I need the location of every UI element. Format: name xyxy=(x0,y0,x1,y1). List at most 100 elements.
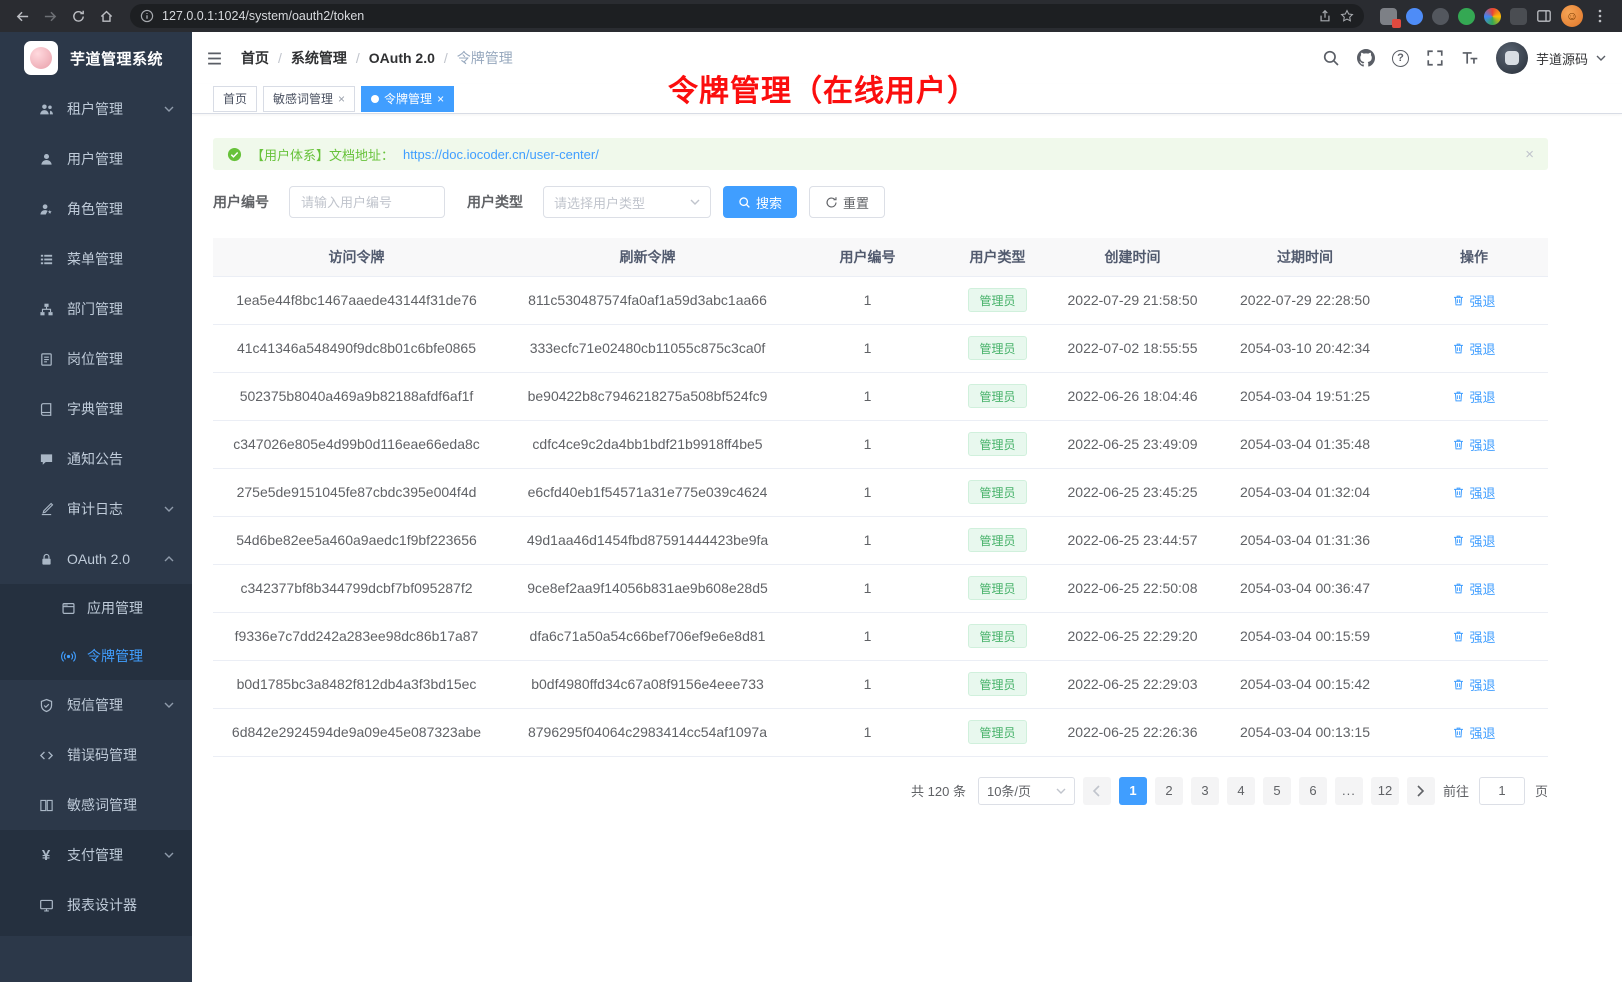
chevron-down-icon xyxy=(1596,55,1606,61)
force-logout-button[interactable]: 强退 xyxy=(1452,387,1495,406)
site-info-icon[interactable] xyxy=(140,9,154,23)
close-icon[interactable]: × xyxy=(338,93,345,105)
extension-icon-5[interactable] xyxy=(1484,8,1501,25)
close-icon[interactable]: × xyxy=(1525,146,1534,163)
sidebar-subitem-app[interactable]: 应用管理 xyxy=(0,584,192,632)
search-icon[interactable] xyxy=(1322,49,1340,67)
sidebar-item-label: 审计日志 xyxy=(67,499,164,519)
page-button-3[interactable]: 3 xyxy=(1191,777,1219,805)
extension-icon-6[interactable] xyxy=(1510,8,1527,25)
help-icon[interactable]: ? xyxy=(1392,50,1409,67)
force-logout-button[interactable]: 强退 xyxy=(1452,291,1495,310)
page-size-select[interactable]: 10条/页 xyxy=(978,777,1075,805)
page-ellipsis-button[interactable]: ... xyxy=(1335,777,1363,805)
sidebar-subitem-token[interactable]: 令牌管理 xyxy=(0,632,192,680)
browser-reload-icon[interactable] xyxy=(66,4,90,28)
tenant-icon xyxy=(38,102,54,117)
user-id-cell: 1 xyxy=(795,612,940,660)
force-logout-button[interactable]: 强退 xyxy=(1452,531,1495,550)
sidebar-item-dept[interactable]: 部门管理 xyxy=(0,284,192,334)
user-id-input[interactable] xyxy=(289,186,445,218)
action-cell: 强退 xyxy=(1400,276,1548,324)
sidebar-fold-icon[interactable] xyxy=(206,50,223,67)
extension-icon-4[interactable] xyxy=(1458,8,1475,25)
audit-icon xyxy=(38,502,54,517)
force-logout-button[interactable]: 强退 xyxy=(1452,675,1495,694)
next-page-button[interactable] xyxy=(1407,777,1435,805)
doc-link[interactable]: https://doc.iocoder.cn/user-center/ xyxy=(403,147,599,162)
post-icon xyxy=(38,352,54,367)
breadcrumb-separator: / xyxy=(278,50,282,66)
force-logout-button[interactable]: 强退 xyxy=(1452,627,1495,646)
extension-icon-3[interactable] xyxy=(1432,8,1449,25)
created-time-cell: 2022-06-25 22:29:03 xyxy=(1055,660,1210,708)
force-logout-label: 强退 xyxy=(1469,723,1495,742)
browser-menu-icon[interactable] xyxy=(1592,8,1608,24)
font-size-icon[interactable] xyxy=(1461,49,1479,67)
user-menu[interactable]: 芋道源码 xyxy=(1496,42,1606,74)
page-button-12[interactable]: 12 xyxy=(1371,777,1399,805)
page-button-5[interactable]: 5 xyxy=(1263,777,1291,805)
sidebar-item-label: 用户管理 xyxy=(67,149,174,169)
sidebar-item-notice[interactable]: 通知公告 xyxy=(0,434,192,484)
expire-time-cell: 2054-03-04 01:31:36 xyxy=(1210,516,1400,564)
sidebar-item-role[interactable]: 角色管理 xyxy=(0,184,192,234)
tab-home[interactable]: 首页 xyxy=(213,86,257,112)
page-button-1[interactable]: 1 xyxy=(1119,777,1147,805)
page-button-6[interactable]: 6 xyxy=(1299,777,1327,805)
sidebar-item-report-designer[interactable]: 报表设计器 xyxy=(0,880,192,930)
tab-token[interactable]: 令牌管理 × xyxy=(361,86,454,112)
created-time-cell: 2022-06-26 18:04:46 xyxy=(1055,372,1210,420)
sidebar-item-post[interactable]: 岗位管理 xyxy=(0,334,192,384)
expire-time-cell: 2054-03-04 01:35:48 xyxy=(1210,420,1400,468)
sidebar-item-sensitive-words[interactable]: 敏感词管理 xyxy=(0,780,192,830)
search-button[interactable]: 搜索 xyxy=(723,186,797,218)
user-type-label: 用户类型 xyxy=(467,192,523,212)
sidebar-item-tenant[interactable]: 租户管理 xyxy=(0,84,192,134)
breadcrumb-item[interactable]: 首页 xyxy=(241,48,269,68)
reset-button[interactable]: 重置 xyxy=(809,186,885,218)
fullscreen-icon[interactable] xyxy=(1426,49,1444,67)
sidebar-item-menu[interactable]: 菜单管理 xyxy=(0,234,192,284)
breadcrumb-item[interactable]: OAuth 2.0 xyxy=(369,50,435,66)
goto-page-input[interactable] xyxy=(1479,777,1525,805)
force-logout-label: 强退 xyxy=(1469,483,1495,502)
expire-time-cell: 2054-03-04 00:15:42 xyxy=(1210,660,1400,708)
force-logout-button[interactable]: 强退 xyxy=(1452,339,1495,358)
browser-profile-avatar[interactable]: ☺ xyxy=(1561,5,1583,27)
force-logout-label: 强退 xyxy=(1469,579,1495,598)
prev-page-button[interactable] xyxy=(1083,777,1111,805)
breadcrumb-item[interactable]: 系统管理 xyxy=(291,48,347,68)
share-icon[interactable] xyxy=(1318,9,1332,23)
page-button-4[interactable]: 4 xyxy=(1227,777,1255,805)
bookmark-star-icon[interactable] xyxy=(1340,9,1354,23)
user-id-cell: 1 xyxy=(795,372,940,420)
url-text[interactable]: 127.0.0.1:1024/system/oauth2/token xyxy=(162,9,1310,23)
force-logout-button[interactable]: 强退 xyxy=(1452,579,1495,598)
browser-home-icon[interactable] xyxy=(94,4,118,28)
sidebar-item-dict[interactable]: 字典管理 xyxy=(0,384,192,434)
extension-icon-1[interactable] xyxy=(1380,8,1397,25)
browser-forward-icon[interactable] xyxy=(38,4,62,28)
user-type-select[interactable]: 请选择用户类型 xyxy=(543,186,711,218)
tab-sensitive-words[interactable]: 敏感词管理 × xyxy=(263,86,355,112)
sidebar-item-user[interactable]: 用户管理 xyxy=(0,134,192,184)
force-logout-button[interactable]: 强退 xyxy=(1452,483,1495,502)
sidebar-item-error-code[interactable]: 错误码管理 xyxy=(0,730,192,780)
sidebar-menu: 租户管理 用户管理 角色管理 菜单管理 部门管理 xyxy=(0,84,192,982)
browser-back-icon[interactable] xyxy=(10,4,34,28)
sidebar-item-audit-log[interactable]: 审计日志 xyxy=(0,484,192,534)
app-logo-row[interactable]: 芋道管理系统 xyxy=(0,32,192,84)
side-panel-icon[interactable] xyxy=(1536,8,1552,24)
page-button-2[interactable]: 2 xyxy=(1155,777,1183,805)
sidebar-item-oauth[interactable]: OAuth 2.0 xyxy=(0,534,192,584)
github-icon[interactable] xyxy=(1357,49,1375,67)
force-logout-button[interactable]: 强退 xyxy=(1452,723,1495,742)
address-bar[interactable]: 127.0.0.1:1024/system/oauth2/token xyxy=(130,4,1364,28)
sidebar-item-sms[interactable]: 短信管理 xyxy=(0,680,192,730)
close-icon[interactable]: × xyxy=(437,93,444,105)
column-header: 创建时间 xyxy=(1055,238,1210,276)
force-logout-button[interactable]: 强退 xyxy=(1452,435,1495,454)
sidebar-item-payment[interactable]: ¥ 支付管理 xyxy=(0,830,192,880)
extension-icon-2[interactable] xyxy=(1406,8,1423,25)
